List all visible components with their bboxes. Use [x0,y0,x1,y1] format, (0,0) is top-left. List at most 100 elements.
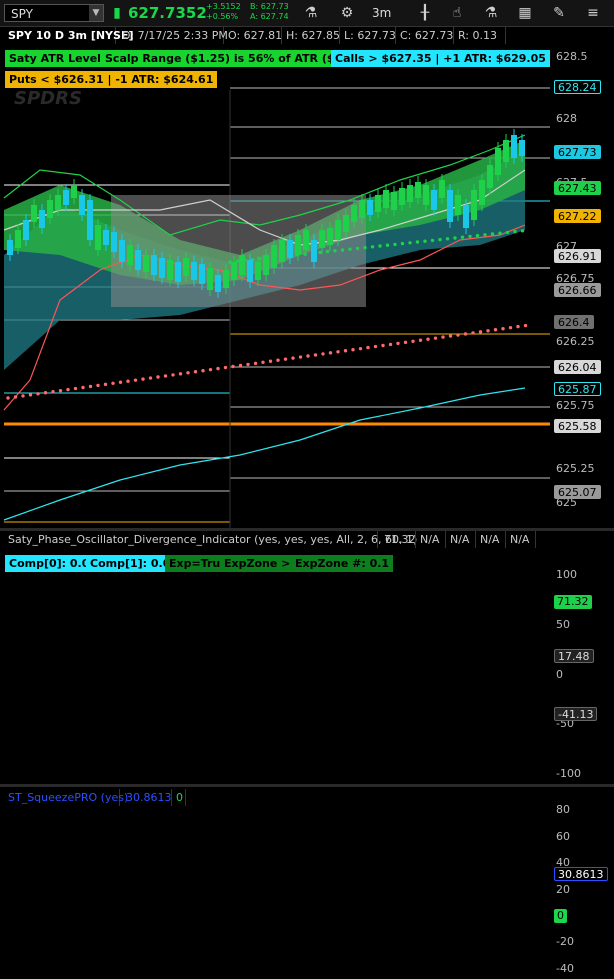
candle-body [39,210,45,228]
psar-dot [403,340,408,345]
candle-body [295,235,301,255]
candle-body [447,190,453,222]
psar-dot [208,367,213,372]
na-cell: N/A [476,531,506,548]
squeeze-axis-tick: 60 [556,830,570,843]
trail-dot [505,230,510,235]
trail-dot [393,242,397,247]
psar-dot [381,343,385,348]
psar-dot [231,364,235,369]
candle-body [199,264,205,284]
candle-body [511,135,517,158]
candle-body [207,268,213,290]
psar-dot [463,332,468,336]
trail-dot [490,232,495,236]
candle-body [463,205,469,228]
psar-dot [283,357,288,361]
psar-dot [366,345,370,350]
psar-dot [133,378,138,382]
psar-dot [501,327,505,331]
psar-dot [426,337,430,341]
candle-body [415,182,421,198]
candle-body [263,255,269,275]
psar-dot [298,355,303,359]
candle-body [271,245,277,268]
psar-dot [223,365,228,370]
price-axis-tick: 628.5 [556,50,588,63]
psar-dot [448,334,453,338]
psar-dot [268,359,273,363]
candle-body [319,230,325,248]
psar-dot [201,369,205,373]
psar-dot [516,324,520,329]
trail-dot [363,245,367,250]
psar-dot [216,366,220,371]
psar-dot [261,360,265,364]
candle-body [247,260,253,282]
psar-dot [388,342,393,347]
candle-body [455,195,461,215]
candle-body [279,240,285,262]
squeeze-zero: 0 [172,789,186,806]
psar-dot [343,349,348,353]
trail-dot [333,249,337,253]
squeeze-title: ST_SqueezePRO (yes) [4,789,128,806]
oscillator-value-tag: 71.32 [554,595,592,609]
trail-dot [408,241,412,245]
trail-dot [468,234,472,239]
calls-label: Calls > $627.35 | +1 ATR: $629.05 [331,50,550,67]
psar-dot [171,373,175,377]
candle-body [135,250,141,270]
oscillator-title: Saty_Phase_Oscillator_Divergence_Indicat… [4,531,417,548]
candle-body [335,220,341,240]
psar-dot [126,379,130,383]
trail-dot [355,246,360,251]
squeeze-axis-tick: 20 [556,883,570,896]
psar-dot [111,381,115,385]
price-level-tag: 628.24 [554,80,601,94]
squeeze-panel[interactable] [0,787,554,979]
psar-dot [456,333,460,337]
candle-body [231,262,237,280]
candle-body [407,185,413,202]
trail-dot [325,249,330,254]
candle-body [327,228,333,245]
psar-dot [418,338,423,342]
squeeze-value-tag: 30.8613 [554,867,608,881]
trail-dot [415,240,420,244]
candle-body [79,195,85,215]
candle-body [439,180,445,198]
na-cell: N/A [416,531,446,548]
psar-dot [88,384,93,389]
candle-body [503,140,509,162]
price-level-tag: 626.66 [554,283,601,297]
psar-dot [141,377,145,381]
candle-body [87,200,93,240]
atr-levels-label: Saty ATR Levels [5,50,112,67]
candle-body [391,192,397,210]
candle-body [239,255,245,275]
psar-dot [81,385,85,390]
oscillator-lower-tag: -41.13 [554,707,598,721]
trail-dot [498,231,502,235]
squeeze-value: 30.8613 [122,789,172,806]
price-level-tag: 627.43 [554,181,601,195]
price-level-tag: 627.22 [554,209,601,223]
candle-body [399,188,405,205]
psar-dot [246,362,250,367]
trail-dot [423,239,427,243]
candle-body [151,255,157,275]
candle-body [495,148,501,175]
psar-dot [13,395,18,399]
candle-body [31,205,37,222]
vwap-line [3,387,526,521]
price-level-tag: 626.91 [554,249,601,263]
oscillator-upper-tag: 17.48 [554,649,594,663]
candle-body [119,240,125,262]
candle-body [383,190,389,208]
trail-dot [348,247,352,251]
candle-body [359,200,365,218]
psar-dot [396,341,400,346]
psar-dot [178,372,183,376]
psar-dot [36,392,40,396]
